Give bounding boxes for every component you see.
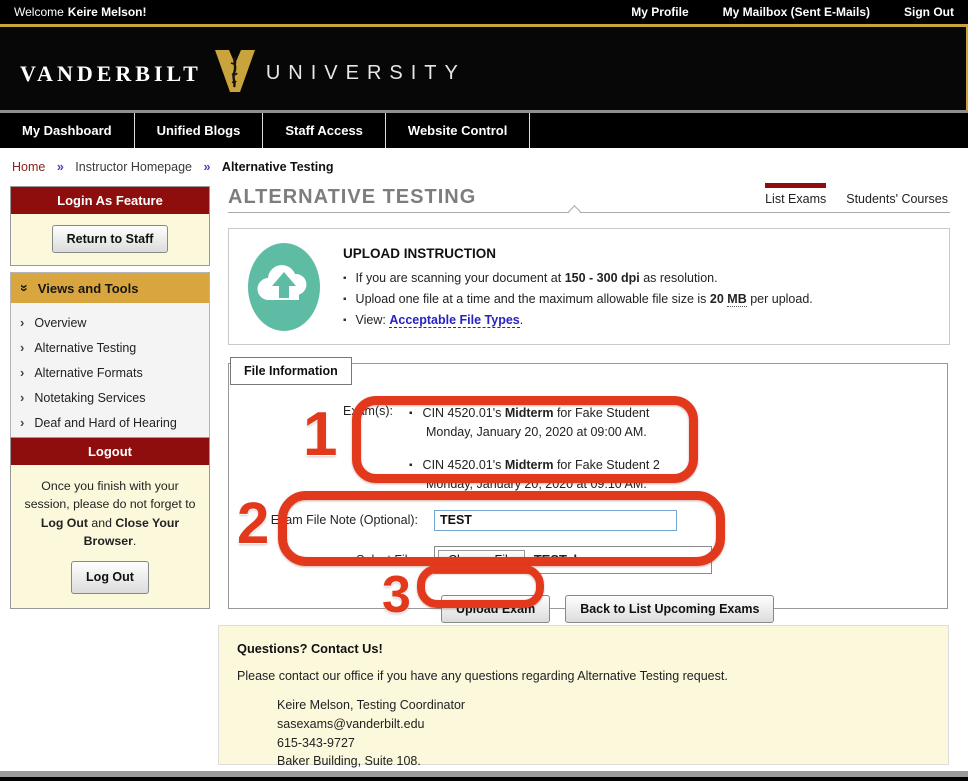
upload-bullet-dpi: If you are scanning your document at 150… <box>343 271 813 285</box>
contact-email: sasexams@vanderbilt.edu <box>277 715 930 734</box>
chevron-right-icon: › <box>20 315 24 330</box>
chevron-right-icon: › <box>20 415 24 430</box>
breadcrumb-current: Alternative Testing <box>222 160 334 174</box>
log-out-button[interactable]: Log Out <box>71 561 149 594</box>
sidebar-item-notetaking-services[interactable]: › Notetaking Services <box>11 385 209 410</box>
university-wordmark: UNIVERSITY <box>266 62 466 85</box>
back-to-list-button[interactable]: Back to List Upcoming Exams <box>565 595 774 623</box>
login-as-feature-header: Login As Feature <box>11 187 209 214</box>
footer-black-bar <box>0 777 968 781</box>
file-information-legend: File Information <box>230 357 352 385</box>
sidebar-item-label: Overview <box>34 316 86 330</box>
upload-bullet-filesize: Upload one file at a time and the maximu… <box>343 292 813 306</box>
sidebar-item-alternative-testing[interactable]: › Alternative Testing <box>11 335 209 360</box>
title-divider <box>228 212 950 213</box>
exams-label: Exam(s): <box>229 404 409 495</box>
contact-coordinator: Keire Melson, Testing Coordinator <box>277 696 930 715</box>
breadcrumb-home[interactable]: Home <box>12 160 45 174</box>
contact-panel: Questions? Contact Us! Please contact ou… <box>218 625 949 765</box>
choose-file-button[interactable]: Choose File <box>438 550 525 570</box>
contact-address: Baker Building, Suite 108. <box>277 752 930 771</box>
tab-students-courses[interactable]: Students' Courses <box>846 183 948 206</box>
exam-list: CIN 4520.01's Midterm for Fake Student M… <box>409 404 660 495</box>
contact-title: Questions? Contact Us! <box>237 641 930 656</box>
upload-bullet-filetypes: View: Acceptable File Types. <box>343 313 813 327</box>
sign-out-link[interactable]: Sign Out <box>904 5 954 19</box>
breadcrumb-separator-icon: » <box>57 160 64 174</box>
exam-file-note-input[interactable] <box>434 510 677 531</box>
upload-instruction-title: UPLOAD INSTRUCTION <box>343 246 813 261</box>
exam-list-item: CIN 4520.01's Midterm for Fake Student 2… <box>409 456 660 495</box>
sidebar-item-alternative-formats[interactable]: › Alternative Formats <box>11 360 209 385</box>
nav-unified-blogs[interactable]: Unified Blogs <box>135 113 264 148</box>
tab-list-exams[interactable]: List Exams <box>765 183 826 206</box>
login-as-feature-panel: Login As Feature Return to Staff <box>10 186 210 266</box>
sidebar-item-label: Alternative Testing <box>34 341 136 355</box>
select-file-label: Select File: <box>229 553 434 567</box>
vanderbilt-v-logo-icon <box>214 49 256 98</box>
vanderbilt-wordmark: VANDERBILT <box>20 61 202 87</box>
collapse-double-chevron-icon: » <box>17 284 33 292</box>
welcome-text: WelcomeKeire Melson! <box>14 5 146 19</box>
sidebar-item-label: Notetaking Services <box>34 391 145 405</box>
logout-header: Logout <box>11 438 209 465</box>
chevron-right-icon: › <box>20 365 24 380</box>
nav-staff-access[interactable]: Staff Access <box>263 113 386 148</box>
exam-list-item: CIN 4520.01's Midterm for Fake Student M… <box>409 404 660 443</box>
upload-instruction-panel: UPLOAD INSTRUCTION If you are scanning y… <box>228 228 950 345</box>
nav-my-dashboard[interactable]: My Dashboard <box>0 113 135 148</box>
logout-instructions: Once you finish with your session, pleas… <box>19 477 201 551</box>
sidebar-item-label: Alternative Formats <box>34 366 142 380</box>
nav-website-control[interactable]: Website Control <box>386 113 530 148</box>
selected-filename: TEST.docx <box>534 552 600 567</box>
upload-exam-button[interactable]: Upload Exam <box>441 595 550 623</box>
breadcrumb-separator-icon: » <box>203 160 210 174</box>
contact-phone: 615-343-9727 <box>277 734 930 753</box>
page: WelcomeKeire Melson! My Profile My Mailb… <box>0 0 968 781</box>
contact-body: Please contact our office if you have an… <box>237 669 930 683</box>
file-input[interactable]: Choose File TEST.docx <box>434 546 712 574</box>
views-and-tools-title: Views and Tools <box>38 281 139 296</box>
my-mailbox-link[interactable]: My Mailbox (Sent E-Mails) <box>723 5 870 19</box>
breadcrumb: Home » Instructor Homepage » Alternative… <box>12 160 334 174</box>
views-and-tools-header[interactable]: » Views and Tools <box>11 273 209 303</box>
breadcrumb-instructor-homepage[interactable]: Instructor Homepage <box>75 160 192 174</box>
my-profile-link[interactable]: My Profile <box>631 5 688 19</box>
sidebar-item-overview[interactable]: › Overview <box>11 310 209 335</box>
contact-details: Keire Melson, Testing Coordinator sasexa… <box>277 696 930 771</box>
brand-header: VANDERBILT UNIVERSITY <box>0 24 968 110</box>
sidebar-item-deaf-hard-of-hearing[interactable]: › Deaf and Hard of Hearing <box>11 410 209 435</box>
upload-cloud-icon <box>247 242 321 344</box>
sidebar-item-label: Deaf and Hard of Hearing <box>34 416 176 430</box>
chevron-right-icon: › <box>20 390 24 405</box>
file-information-fieldset: Exam(s): CIN 4520.01's Midterm for Fake … <box>228 363 948 609</box>
page-title: ALTERNATIVE TESTING <box>228 186 476 209</box>
tab-bar: List Exams Students' Courses <box>765 183 948 206</box>
logout-panel: Logout Once you finish with your session… <box>10 437 210 609</box>
return-to-staff-button[interactable]: Return to Staff <box>52 225 169 253</box>
views-and-tools-panel: » Views and Tools › Overview › Alternati… <box>10 272 210 442</box>
acceptable-file-types-link[interactable]: Acceptable File Types <box>389 313 519 328</box>
chevron-right-icon: › <box>20 340 24 355</box>
active-tab-notch <box>568 205 581 218</box>
top-utility-bar: WelcomeKeire Melson! My Profile My Mailb… <box>0 0 968 24</box>
main-nav: My Dashboard Unified Blogs Staff Access … <box>0 113 968 148</box>
exam-file-note-label: Exam File Note (Optional): <box>229 513 434 527</box>
